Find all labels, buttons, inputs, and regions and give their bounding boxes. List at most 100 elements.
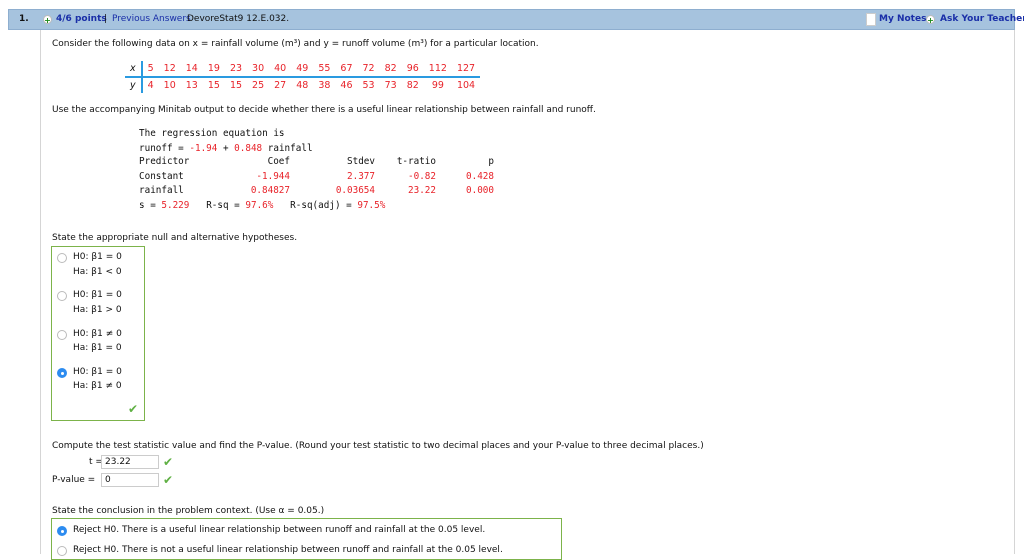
y-value: 10 xyxy=(163,80,176,91)
hypothesis-ha[interactable]: Ha: β1 ≠ 0 xyxy=(73,379,122,394)
intro-text: Consider the following data on x = rainf… xyxy=(52,39,539,49)
rsq-label: R-sq = xyxy=(206,200,246,211)
y-value: 46 xyxy=(340,80,353,91)
hypothesis-h0[interactable]: H0: β1 ≠ 0 xyxy=(73,327,122,342)
x-value: 5 xyxy=(141,61,159,78)
p-value-input[interactable]: 0 xyxy=(101,473,159,487)
minitab-cell: 0.000 xyxy=(466,185,494,197)
minitab-cell: -1.944 xyxy=(256,170,290,182)
x-value: 72 xyxy=(357,61,380,78)
x-value: 19 xyxy=(202,61,225,78)
y-value: 13 xyxy=(185,80,198,91)
hypothesis-ha[interactable]: Ha: β1 < 0 xyxy=(73,265,122,280)
minitab-header: p xyxy=(488,156,494,167)
hypotheses-prompt: State the appropriate null and alternati… xyxy=(52,233,298,243)
correct-check-icon: ✔ xyxy=(128,402,139,416)
x-value: 30 xyxy=(247,61,270,78)
right-border xyxy=(1014,30,1015,554)
minitab-cell: 2.377 xyxy=(347,170,375,182)
y-value: 25 xyxy=(252,80,265,91)
y-label: y xyxy=(125,77,143,93)
x-label: x xyxy=(125,61,143,78)
rsqadj-value: 97.5% xyxy=(357,200,386,211)
question-number: 1. xyxy=(19,14,29,24)
y-value: 15 xyxy=(207,80,220,91)
mt-plus: + xyxy=(217,142,235,154)
minitab-header: Stdev xyxy=(347,156,375,167)
ask-teacher-icon: + xyxy=(926,15,935,25)
minitab-cell: 0.84827 xyxy=(250,185,290,197)
minitab-header: t-ratio xyxy=(396,156,436,167)
y-value: 104 xyxy=(456,80,476,91)
x-value: 82 xyxy=(379,61,402,78)
y-value: 4 xyxy=(147,80,154,91)
minitab-cell: -0.82 xyxy=(408,170,436,182)
y-value: 38 xyxy=(318,80,331,91)
minitab-header: Predictor xyxy=(139,156,190,167)
y-value: 82 xyxy=(406,80,419,91)
mt-b0: -1.94 xyxy=(189,142,218,154)
rsqadj-label: R-sq(adj) = xyxy=(290,200,358,211)
conclusion-radio-1[interactable] xyxy=(57,546,67,556)
x-value: 127 xyxy=(451,61,481,78)
hypothesis-h0[interactable]: H0: β1 = 0 xyxy=(73,365,122,380)
x-value: 40 xyxy=(269,61,292,78)
separator: | xyxy=(104,14,108,24)
x-value: 55 xyxy=(313,61,336,78)
t-correct-icon: ✔ xyxy=(163,455,174,469)
hypothesis-ha[interactable]: Ha: β1 > 0 xyxy=(73,303,122,318)
mt-line1: The regression equation is xyxy=(139,128,285,139)
y-value: 53 xyxy=(362,80,375,91)
conclusion-radio-0[interactable] xyxy=(57,526,67,536)
minitab-header: Coef xyxy=(267,156,290,167)
compute-prompt: Compute the test statistic value and fin… xyxy=(52,441,704,451)
y-value: 27 xyxy=(274,80,287,91)
x-value: 49 xyxy=(291,61,314,78)
hypothesis-ha[interactable]: Ha: β1 = 0 xyxy=(73,341,122,356)
y-value: 99 xyxy=(431,80,444,91)
x-value: 112 xyxy=(423,61,452,78)
x-value: 96 xyxy=(401,61,424,78)
use-text: Use the accompanying Minitab output to d… xyxy=(52,105,596,115)
minitab-cell: Constant xyxy=(139,170,184,182)
minitab-cell: 0.428 xyxy=(466,170,494,182)
x-value: 14 xyxy=(180,61,203,78)
hypothesis-h0[interactable]: H0: β1 = 0 xyxy=(73,250,122,265)
conclusion-prompt: State the conclusion in the problem cont… xyxy=(52,506,325,516)
minitab-cell: rainfall xyxy=(139,185,184,197)
question-header: 1. + 4/6 points | Previous Answers Devor… xyxy=(8,9,1024,30)
y-value: 48 xyxy=(296,80,309,91)
hypothesis-radio-3[interactable] xyxy=(57,367,67,378)
ask-teacher-link[interactable]: Ask Your Teacher xyxy=(940,14,1024,24)
s-label: s = xyxy=(139,200,162,211)
expand-icon[interactable]: + xyxy=(43,15,52,25)
previous-answers-link[interactable]: Previous Answers xyxy=(112,14,191,24)
y-value: 73 xyxy=(384,80,397,91)
x-value: 67 xyxy=(335,61,358,78)
my-notes-link[interactable]: My Notes xyxy=(879,14,926,24)
conclusion-option-0[interactable]: Reject H0. There is a useful linear rela… xyxy=(73,523,485,538)
minitab-cell: 0.03654 xyxy=(335,185,375,197)
data-table: x 5 12 14 19 23 30 40 49 55 67 72 82 96 112 127 y 4 10 13 1… xyxy=(125,61,481,93)
x-value: 12 xyxy=(158,61,181,78)
hypothesis-radio-0[interactable] xyxy=(57,253,67,263)
mt-b1: 0.848 xyxy=(234,142,263,154)
note-icon xyxy=(866,13,876,26)
y-value: 15 xyxy=(229,80,243,91)
hypothesis-h0[interactable]: H0: β1 = 0 xyxy=(73,288,122,303)
x-value: 23 xyxy=(224,61,248,78)
t-input[interactable]: 23.22 xyxy=(101,455,159,469)
s-value: 5.229 xyxy=(161,200,190,211)
mt-suffix: rainfall xyxy=(262,142,313,154)
points-label: 4/6 points xyxy=(56,14,107,24)
minitab-cell: 23.22 xyxy=(408,185,436,197)
p-correct-icon: ✔ xyxy=(163,473,174,487)
mt-eq-prefix: runoff = xyxy=(139,142,190,154)
minitab-output: The regression equation is runoff = -1.9… xyxy=(139,127,313,156)
hypothesis-radio-2[interactable] xyxy=(57,329,67,340)
minitab-summary: s = 5.229 R-sq = 97.6% R-sq(adj) = 97.5% xyxy=(139,200,385,211)
conclusion-option-1[interactable]: Reject H0. There is not a useful linear … xyxy=(73,543,503,558)
problem-id: DevoreStat9 12.E.032. xyxy=(187,14,290,24)
p-label: P-value = xyxy=(52,475,96,485)
rsq-value: 97.6% xyxy=(245,200,274,211)
